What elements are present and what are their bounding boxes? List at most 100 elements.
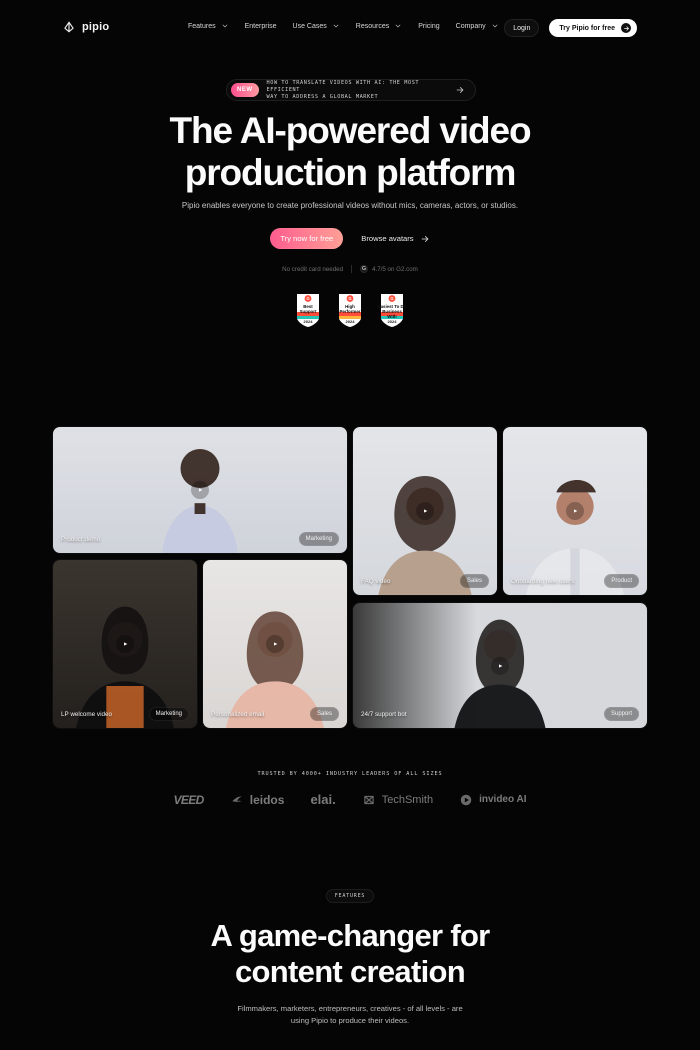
- announcement-pill[interactable]: NEW HOW TO TRANSLATE VIDEOS WITH AI: THE…: [226, 79, 476, 101]
- svg-text:G: G: [348, 296, 351, 301]
- video-tile-lp-welcome-video[interactable]: LP welcome video Marketing: [52, 559, 198, 729]
- features-title: A game-changer for content creation: [0, 918, 700, 990]
- badge-text: Best Support: [299, 304, 317, 314]
- svg-text:G: G: [390, 296, 393, 301]
- chevron-down-icon: [492, 24, 497, 28]
- g2-rating: G 4.7/5 on G2.com: [360, 265, 418, 273]
- video-tag: Sales: [459, 574, 489, 588]
- trusted-by-label: TRUSTED BY 4000+ INDUSTRY LEADERS OF ALL…: [257, 771, 443, 777]
- hero-subtitle: Pipio enables everyone to create profess…: [181, 201, 519, 210]
- hero-cta-row: Try now for free Browse avatars: [0, 228, 700, 249]
- logo-text: leidos: [249, 792, 285, 807]
- video-title: Personalized email: [211, 711, 265, 718]
- badge-text: Easiest To Do Business With: [377, 304, 407, 319]
- video-title: 24/7 support bot: [361, 711, 407, 718]
- svg-text:G: G: [306, 296, 309, 301]
- video-tile-support-bot[interactable]: 24/7 support bot Support: [352, 602, 648, 729]
- video-tag: Product: [604, 574, 639, 588]
- nav-item-label: Enterprise: [244, 22, 277, 30]
- top-nav: pipio Features Enterprise Use Cases Reso…: [0, 0, 700, 58]
- g2-rating-text: 4.7/5 on G2.com: [372, 265, 418, 273]
- logo-text: VEED: [173, 792, 204, 807]
- nav-item-enterprise[interactable]: Enterprise: [245, 23, 277, 30]
- nav-item-use-cases[interactable]: Use Cases: [293, 22, 340, 30]
- login-button[interactable]: Login: [504, 19, 540, 37]
- features-subtitle: Filmmakers, marketers, entrepreneurs, cr…: [0, 1003, 700, 1027]
- nav-links: Features Enterprise Use Cases Resources …: [188, 22, 499, 30]
- announcement-line-1: HOW TO TRANSLATE VIDEOS WITH AI: THE MOS…: [266, 79, 420, 93]
- video-title: LP welcome video: [61, 711, 112, 718]
- logo-text: elai.: [310, 792, 336, 807]
- techsmith-mark-icon: [364, 795, 374, 804]
- logo-veed: VEED: [173, 792, 204, 807]
- chevron-down-icon: [395, 24, 401, 28]
- features-subtitle-line-2: using Pipio to produce their videos.: [290, 1016, 410, 1025]
- badge-year: 2024: [387, 319, 397, 324]
- landing-page: pipio Features Enterprise Use Cases Reso…: [0, 0, 700, 1050]
- logo-techsmith: TechSmith: [362, 793, 433, 807]
- try-for-free-button[interactable]: Try Pipio for free: [549, 19, 637, 37]
- play-icon: [199, 488, 203, 492]
- hero-title-line-2: production platform: [184, 152, 517, 193]
- g2-icon: G: [360, 265, 369, 273]
- pipio-logo-icon: [64, 21, 74, 33]
- award-badge-high-performer: G High Performer 2024: [335, 292, 365, 328]
- badge-text: High Performer: [339, 304, 361, 314]
- hero-title: The AI-powered video production platform: [0, 110, 700, 194]
- brand[interactable]: pipio: [62, 20, 109, 34]
- nav-item-label: Pricing: [418, 22, 440, 30]
- logo-text: invideo AI: [479, 794, 527, 805]
- browse-avatars-link[interactable]: Browse avatars: [361, 228, 429, 249]
- video-tile-faq-video[interactable]: FAQ video Sales: [352, 426, 498, 596]
- play-button[interactable]: [566, 502, 584, 520]
- logo-invideo-ai: invideo AI: [459, 793, 527, 807]
- video-tile-personalized-email[interactable]: Personalized email Sales: [202, 559, 348, 729]
- badge-year: 2024: [345, 319, 355, 324]
- nav-item-features[interactable]: Features: [188, 22, 229, 30]
- invideo-mark-icon: [460, 794, 472, 805]
- video-title: FAQ video: [361, 578, 391, 585]
- play-icon: [499, 663, 503, 668]
- meta-separator: [351, 265, 353, 273]
- features-pill: FEATURES: [326, 889, 374, 903]
- video-tile-product-demo[interactable]: Product demo Marketing: [52, 426, 348, 554]
- features-subtitle-line-1: Filmmakers, marketers, entrepreneurs, cr…: [237, 1004, 463, 1013]
- arrow-right-icon: [421, 235, 428, 242]
- new-badge: NEW: [231, 83, 259, 97]
- play-icon: [574, 509, 578, 513]
- play-icon: [424, 509, 428, 513]
- features-title-line-2: content creation: [235, 954, 466, 989]
- features-title-line-1: A game-changer for: [210, 918, 490, 953]
- award-badge-easiest-to-do-business: G Easiest To Do Business With 2024: [377, 292, 407, 328]
- play-button[interactable]: [116, 635, 134, 653]
- logo-elai: elai.: [310, 792, 335, 807]
- play-button[interactable]: [191, 481, 209, 499]
- play-button[interactable]: [491, 656, 509, 675]
- nav-item-label: Features: [188, 22, 216, 30]
- award-badges: G Best Support 2024 G High Performer 202…: [0, 292, 700, 328]
- nav-item-pricing[interactable]: Pricing: [418, 23, 439, 30]
- try-now-button[interactable]: Try now for free: [270, 228, 344, 249]
- announcement-line-2: WAY TO ADDRESS A GLOBAL MARKET: [266, 93, 379, 100]
- announcement-text: HOW TO TRANSLATE VIDEOS WITH AI: THE MOS…: [267, 80, 448, 101]
- award-badge-best-support: G Best Support 2024: [293, 292, 323, 328]
- logo-text: TechSmith: [381, 793, 434, 806]
- nav-item-label: Use Cases: [292, 22, 327, 30]
- nav-item-label: Company: [455, 22, 486, 30]
- play-button[interactable]: [416, 502, 434, 520]
- leidos-mark-icon: [232, 796, 242, 802]
- nav-item-label: Resources: [355, 22, 390, 30]
- video-tile-onboarding-new-users[interactable]: Onboarding new users Product: [502, 426, 648, 596]
- chevron-down-icon: [333, 24, 339, 28]
- video-tag: Support: [603, 707, 639, 721]
- arrow-right-icon: [621, 23, 631, 33]
- nav-item-company[interactable]: Company: [456, 22, 499, 30]
- logo-leidos: leidos: [230, 792, 285, 807]
- brand-name: pipio: [82, 21, 110, 33]
- badge-year: 2024: [303, 319, 313, 324]
- play-button[interactable]: [266, 635, 284, 653]
- nav-item-resources[interactable]: Resources: [356, 22, 402, 30]
- nav-actions: Login Try Pipio for free: [504, 19, 637, 37]
- hero-meta-row: No credit card needed G 4.7/5 on G2.com: [0, 265, 700, 273]
- video-title: Product demo: [61, 536, 101, 543]
